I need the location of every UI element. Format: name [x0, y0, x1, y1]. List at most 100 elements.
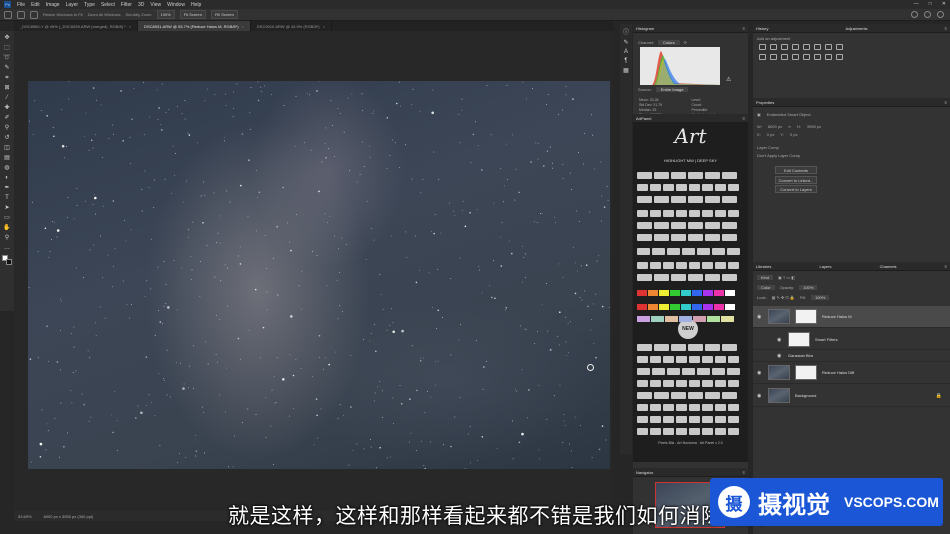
menu-image[interactable]: Image — [46, 2, 60, 8]
artpanel-action-button[interactable] — [705, 344, 720, 351]
artpanel-action-button[interactable] — [705, 392, 720, 399]
layer-row-background[interactable]: ◉ Background 🔒 — [753, 385, 950, 407]
artpanel-action-button[interactable] — [637, 262, 648, 269]
tab-libraries[interactable]: Libraries — [756, 264, 771, 269]
share-icon[interactable] — [937, 11, 944, 18]
info-icon[interactable]: ⓘ — [623, 27, 629, 36]
search-icon[interactable] — [911, 11, 918, 18]
artpanel-action-button[interactable] — [663, 356, 674, 363]
dodge-icon[interactable]: ◐ — [3, 173, 12, 182]
convert-to-linked-button[interactable]: Convert to Linked... — [775, 176, 817, 184]
link-icon[interactable]: ∞ — [788, 124, 791, 129]
artpanel-action-button[interactable] — [715, 262, 726, 269]
visibility-eye-icon[interactable]: ◉ — [757, 314, 763, 320]
artpanel-action-button[interactable] — [671, 234, 686, 241]
custom-action-button[interactable] — [707, 316, 720, 322]
menu-select[interactable]: Select — [101, 2, 115, 8]
artpanel-action-button[interactable] — [637, 274, 652, 281]
tab-document-2[interactable]: DSC8931.ARW @ 53.7% (Reduce Halos M, RGB… — [138, 21, 251, 31]
artpanel-action-button[interactable] — [637, 248, 650, 255]
eraser-icon[interactable]: ◫ — [3, 143, 12, 152]
artpanel-action-button[interactable] — [715, 416, 726, 423]
history-brush-icon[interactable]: ↺ — [3, 133, 12, 142]
artpanel-action-button[interactable] — [715, 356, 726, 363]
blur-icon[interactable]: ◍ — [3, 163, 12, 172]
color-lookup-icon[interactable] — [781, 54, 788, 60]
vibrance-icon[interactable] — [803, 44, 810, 50]
artpanel-action-button[interactable] — [637, 356, 648, 363]
artpanel-action-button[interactable] — [715, 210, 726, 217]
menu-layer[interactable]: Layer — [66, 2, 79, 8]
photoshop-logo-icon[interactable]: Ps — [4, 1, 11, 8]
artpanel-action-button[interactable] — [689, 428, 700, 435]
artpanel-action-button[interactable] — [676, 428, 687, 435]
artpanel-action-button[interactable] — [728, 184, 739, 191]
visibility-eye-icon[interactable]: ◉ — [757, 393, 763, 399]
close-tab-icon[interactable]: × — [242, 24, 244, 29]
artpanel-action-button[interactable] — [722, 392, 737, 399]
visibility-eye-icon[interactable]: ◉ — [777, 353, 783, 359]
artpanel-action-button[interactable] — [728, 262, 739, 269]
artpanel-action-button[interactable] — [663, 428, 674, 435]
color-swatches[interactable] — [2, 255, 12, 265]
artpanel-action-button[interactable] — [715, 184, 726, 191]
artpanel-action-button[interactable] — [728, 380, 739, 387]
artpanel-action-button[interactable] — [688, 222, 703, 229]
artpanel-action-button[interactable] — [715, 428, 726, 435]
artpanel-action-button[interactable] — [688, 234, 703, 241]
artpanel-action-button[interactable] — [676, 262, 687, 269]
panel-menu-icon[interactable]: ≡ — [945, 26, 947, 31]
artpanel-action-button[interactable] — [676, 184, 687, 191]
hue-sat-icon[interactable] — [814, 44, 821, 50]
artpanel-action-button[interactable] — [728, 210, 739, 217]
artpanel-action-button[interactable] — [715, 404, 726, 411]
zoom-in-icon[interactable] — [17, 10, 25, 19]
artpanel-action-button[interactable] — [671, 344, 686, 351]
artpanel-action-button[interactable] — [663, 404, 674, 411]
artpanel-action-button[interactable] — [663, 262, 674, 269]
color-chip[interactable] — [714, 304, 724, 310]
custom-action-button[interactable] — [721, 316, 734, 322]
artpanel-action-button[interactable] — [727, 368, 740, 375]
h-value[interactable]: 3950 px — [807, 124, 821, 129]
artpanel-action-button[interactable] — [654, 392, 669, 399]
artpanel-action-button[interactable] — [650, 380, 661, 387]
artpanel-action-button[interactable] — [676, 356, 687, 363]
swatches-icon[interactable]: ▦ — [623, 67, 629, 74]
artpanel-action-button[interactable] — [637, 392, 652, 399]
path-select-icon[interactable]: ➤ — [3, 203, 12, 212]
opacity-input[interactable]: 100% — [799, 285, 818, 290]
artpanel-action-button[interactable] — [650, 262, 661, 269]
more-icon[interactable]: … — [3, 243, 12, 252]
artpanel-action-button[interactable] — [650, 404, 661, 411]
shape-icon[interactable]: ▭ — [3, 213, 12, 222]
artpanel-action-button[interactable] — [705, 222, 720, 229]
artpanel-action-button[interactable] — [676, 210, 687, 217]
artpanel-action-button[interactable] — [702, 428, 713, 435]
stamp-icon[interactable]: ⚲ — [3, 123, 12, 132]
layer-mask-thumbnail[interactable] — [795, 365, 817, 380]
artpanel-action-button[interactable] — [667, 368, 680, 375]
artpanel-action-button[interactable] — [689, 262, 700, 269]
color-chip[interactable] — [659, 304, 669, 310]
artpanel-action-button[interactable] — [712, 248, 725, 255]
tab-layers[interactable]: Layers — [819, 264, 831, 269]
artpanel-action-button[interactable] — [637, 368, 650, 375]
artpanel-action-button[interactable] — [702, 416, 713, 423]
healing-icon[interactable]: ✚ — [3, 103, 12, 112]
posterize-icon[interactable] — [803, 54, 810, 60]
color-chip[interactable] — [725, 304, 735, 310]
artpanel-action-button[interactable] — [688, 172, 703, 179]
character-icon[interactable]: A — [624, 49, 628, 55]
menu-file[interactable]: File — [17, 2, 25, 8]
custom-action-button[interactable] — [665, 316, 678, 322]
lasso-icon[interactable]: ➰ — [3, 53, 12, 62]
artpanel-action-button[interactable] — [702, 356, 713, 363]
artpanel-title[interactable]: ArtPanel — [636, 116, 651, 121]
source-select[interactable]: Entire Image — [655, 87, 689, 92]
layer-kind-select[interactable]: Kind — [757, 275, 774, 280]
visibility-eye-icon[interactable]: ◉ — [757, 370, 763, 376]
panel-menu-icon[interactable]: ≡ — [945, 100, 947, 105]
artpanel-action-button[interactable] — [676, 404, 687, 411]
artpanel-action-button[interactable] — [715, 380, 726, 387]
